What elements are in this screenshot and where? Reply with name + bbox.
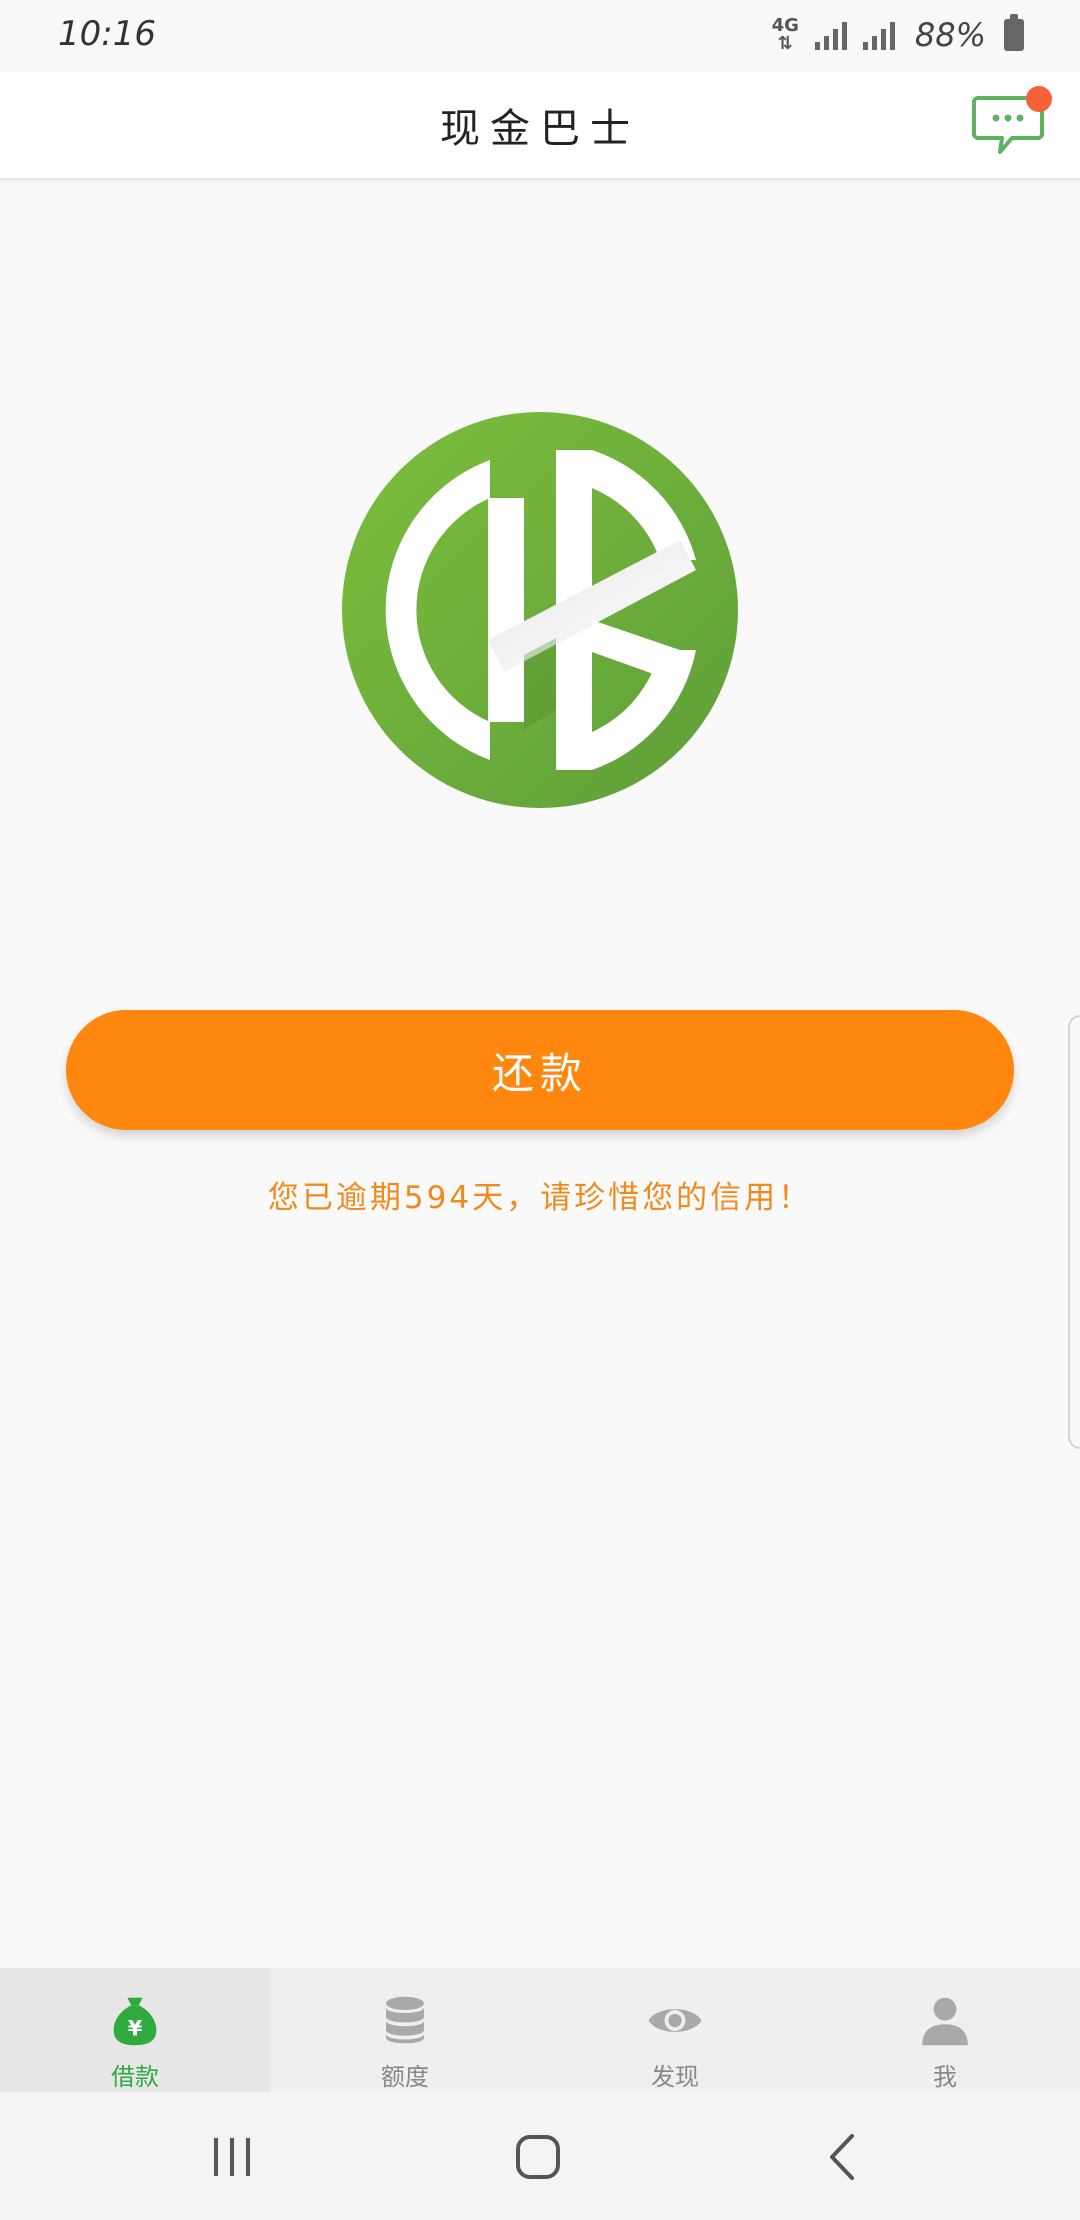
- svg-text:¥: ¥: [128, 2017, 143, 2041]
- tab-me[interactable]: 我: [810, 1968, 1080, 2092]
- signal-sim1-icon: [814, 20, 847, 50]
- data-arrows-icon: ⇅: [777, 33, 793, 54]
- tab-label: 借款: [111, 2063, 159, 2091]
- tab-quota[interactable]: 额度: [270, 1968, 540, 2092]
- signal-sim2-icon: [862, 20, 895, 50]
- recent-apps-icon[interactable]: [202, 2130, 262, 2184]
- home-icon[interactable]: [508, 2130, 568, 2184]
- overdue-notice: 您已逾期594天，请珍惜您的信用！: [267, 1180, 813, 1216]
- page-title: 现金巴士: [440, 106, 640, 152]
- bottom-tab-bar: ¥ 借款 额度 发现 我: [0, 1968, 1080, 2092]
- tab-discover[interactable]: 发现: [540, 1968, 810, 2092]
- notification-dot: [1026, 86, 1052, 112]
- tab-label: 发现: [651, 2063, 699, 2091]
- network-4g-icon: 4G ⇅: [772, 17, 799, 53]
- database-icon: [386, 1996, 424, 2044]
- edge-panel-handle[interactable]: [1068, 1015, 1080, 1449]
- status-bar: 10:16 4G ⇅ 88%: [0, 0, 1080, 72]
- status-icons: 4G ⇅ 88%: [772, 12, 1024, 58]
- repay-button[interactable]: 还款: [66, 1010, 1014, 1130]
- tab-loan[interactable]: ¥ 借款: [0, 1968, 270, 2092]
- person-icon: [922, 1997, 968, 2046]
- status-time: 10:16: [58, 14, 156, 54]
- battery-icon: [1004, 14, 1024, 51]
- app-header: 现金巴士: [0, 72, 1080, 180]
- back-icon[interactable]: [812, 2130, 872, 2184]
- system-nav-bar: [0, 2092, 1080, 2220]
- money-bag-icon: ¥: [113, 1997, 157, 2046]
- battery-percent: 88%: [914, 16, 986, 54]
- message-button[interactable]: [972, 86, 1052, 160]
- app-logo: [342, 412, 738, 808]
- tab-label: 额度: [381, 2063, 429, 2091]
- eye-icon: [648, 2009, 702, 2032]
- tab-label: 我: [933, 2063, 957, 2091]
